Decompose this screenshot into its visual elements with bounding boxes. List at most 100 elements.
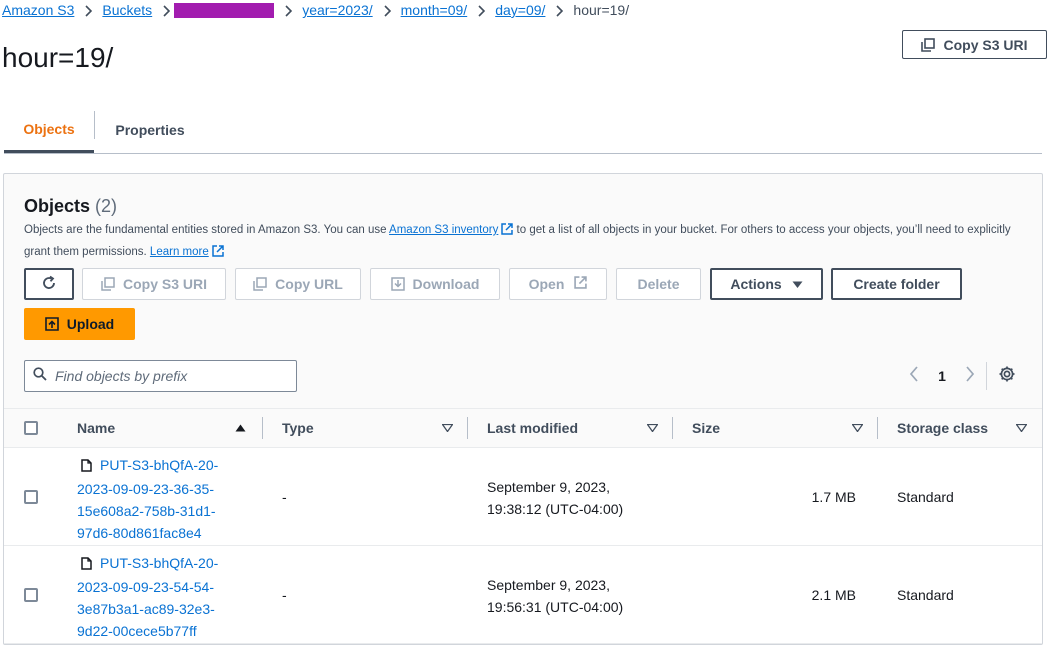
objects-description: Objects are the fundamental entities sto… [24,220,1024,264]
row-checkbox[interactable] [24,588,38,602]
sort-icon [1016,424,1027,432]
table-row: PUT-S3-bhQfA-20- 2023-09-09-23-36-35- 15… [4,448,1042,546]
file-icon [81,554,92,576]
copy-s3-uri-button-label: Copy S3 URI [122,276,207,292]
description-text-1: Objects are the fundamental entities sto… [24,224,390,236]
object-name-link[interactable]: 9d22-00cece5b77ff [77,620,257,642]
copy-url-button[interactable]: Copy URL [235,268,361,300]
object-type: - [282,489,287,505]
chevron-right-icon [467,2,495,18]
tab-properties-label: Properties [115,122,185,138]
object-name-link[interactable]: 15e608a2-758b-31d1- [77,500,257,522]
column-size-label: Size [692,420,721,436]
object-name-link[interactable]: 97d6-80d861fac8e4 [77,522,257,544]
breadcrumb-amazon-s3[interactable]: Amazon S3 [2,2,74,18]
download-button[interactable]: Download [370,268,500,300]
object-last-modified: September 9, 2023, 19:56:31 (UTC-04:00) [487,574,623,618]
table-header: Name Type Last modified Size Storage cla… [4,408,1042,448]
column-last-modified-label: Last modified [487,420,579,436]
object-name-link[interactable]: PUT-S3-bhQfA-20- [100,457,218,473]
pagination: 1 [904,362,1017,390]
inventory-link[interactable]: Amazon S3 inventory [389,224,498,236]
table-body: PUT-S3-bhQfA-20- 2023-09-09-23-36-35- 15… [4,448,1042,644]
objects-panel-title: Objects (2) [24,196,117,217]
caret-down-icon [792,276,803,292]
column-divider[interactable] [262,417,263,439]
copy-icon [921,37,936,52]
column-header-last-modified[interactable]: Last modified [487,409,662,447]
delete-button[interactable]: Delete [616,268,701,300]
external-link-icon [211,244,224,264]
search-icon [33,366,47,386]
upload-button-label: Upload [66,316,115,332]
objects-panel: Objects (2) Objects are the fundamental … [3,173,1043,645]
create-folder-button-label: Create folder [853,276,940,292]
column-header-size[interactable]: Size [692,409,867,447]
objects-title: Objects [24,196,91,216]
object-type: - [282,587,287,603]
actions-button-label: Actions [730,276,782,292]
column-header-type[interactable]: Type [282,409,457,447]
next-page-button[interactable] [960,365,980,387]
row-checkbox[interactable] [24,490,38,504]
chevron-right-icon [965,365,975,387]
objects-count: (2) [95,196,118,216]
copy-s3-uri-header-button[interactable]: Copy S3 URI [902,30,1047,59]
object-last-modified: September 9, 2023, 19:38:12 (UTC-04:00) [487,476,623,520]
column-divider[interactable] [672,417,673,439]
tab-objects-label: Objects [23,120,75,137]
tab-properties[interactable]: Properties [95,107,205,153]
copy-url-button-label: Copy URL [275,276,343,292]
modified-date: September 9, 2023, [487,479,610,495]
create-folder-button[interactable]: Create folder [831,268,962,300]
object-name-link[interactable]: 2023-09-09-23-54-54- [77,576,257,598]
upload-row: Upload [24,308,135,340]
object-name-link[interactable]: PUT-S3-bhQfA-20- [100,555,218,571]
object-size: 2.1 MB [811,587,856,603]
breadcrumb-current: hour=19/ [573,2,630,18]
refresh-button[interactable] [24,268,74,300]
copy-icon [101,277,115,291]
search-input[interactable] [55,368,285,384]
pagination-divider [986,362,987,390]
column-header-name[interactable]: Name [77,409,252,447]
upload-button[interactable]: Upload [24,308,135,340]
breadcrumb-day[interactable]: day=09/ [495,2,545,18]
copy-s3-uri-label: Copy S3 URI [943,36,1028,53]
table-preferences-button[interactable] [997,366,1017,386]
object-name-link[interactable]: 3e87b3a1-ac89-32e3- [77,598,257,620]
redacted-bucket-name[interactable] [174,2,275,18]
breadcrumb-buckets[interactable]: Buckets [102,2,152,18]
object-storage-class: Standard [897,587,954,603]
column-name-label: Name [77,420,116,436]
select-all-checkbox[interactable] [24,421,38,435]
tab-objects[interactable]: Objects [4,107,94,153]
actions-dropdown-button[interactable]: Actions [710,268,823,300]
learn-more-label: Learn more [149,246,209,258]
column-divider[interactable] [877,417,878,439]
learn-more-link[interactable]: Learn more [150,246,209,258]
chevron-left-icon [909,365,919,387]
tab-list: Objects Properties [4,107,1042,154]
copy-s3-uri-button[interactable]: Copy S3 URI [82,268,226,300]
chevron-right-icon [373,2,401,18]
breadcrumb-month[interactable]: month=09/ [401,2,468,18]
external-link-icon [501,222,514,242]
object-name-line: PUT-S3-bhQfA-20- [77,552,257,576]
object-name-link[interactable]: 2023-09-09-23-36-35- [77,478,257,500]
file-icon [81,456,92,478]
copy-icon [253,277,267,291]
object-storage-class: Standard [897,489,954,505]
column-storage-class-label: Storage class [897,420,989,436]
previous-page-button[interactable] [904,365,924,387]
open-button[interactable]: Open [509,268,607,300]
breadcrumb: Amazon S3 Buckets year=2023/ month=09/ d… [2,0,629,20]
breadcrumb-year[interactable]: year=2023/ [302,2,372,18]
download-button-label: Download [412,276,480,292]
sort-icon [852,424,863,432]
sort-icon [442,424,453,432]
column-header-storage-class[interactable]: Storage class [897,409,1037,447]
current-page-number[interactable]: 1 [924,368,960,384]
sort-ascending-icon [235,424,246,432]
column-divider[interactable] [467,417,468,439]
